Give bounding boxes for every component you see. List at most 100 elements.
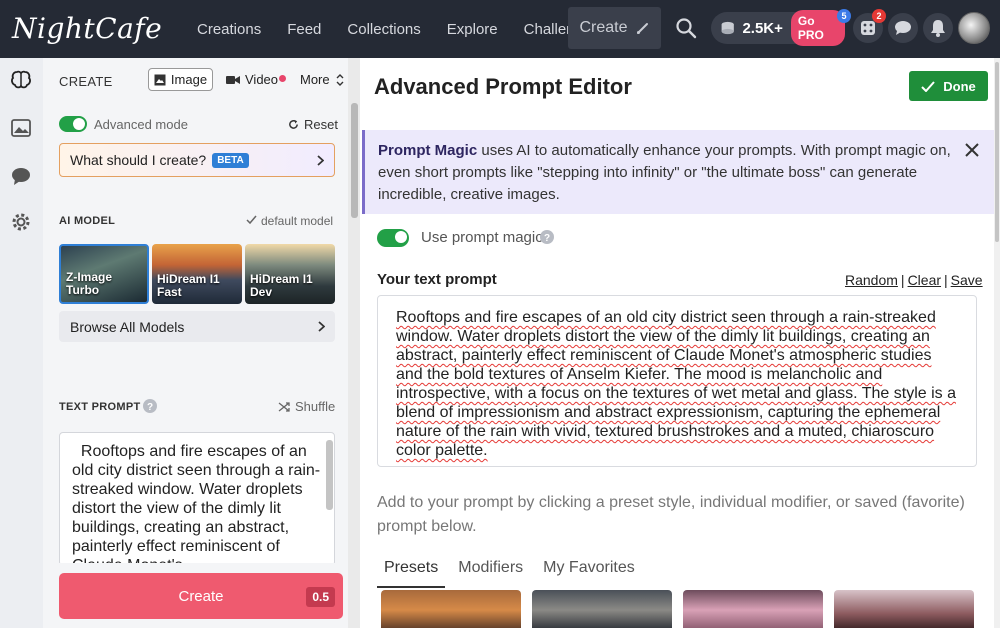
panel-scrollbar-thumb[interactable]: [351, 103, 358, 218]
chevron-right-icon: [317, 154, 324, 166]
refresh-icon: [289, 119, 298, 129]
model-card-z-image-turbo[interactable]: Z-Image Turbo: [59, 244, 149, 304]
help-icon[interactable]: ?: [540, 230, 554, 244]
ai-model-label: AI MODEL: [59, 215, 116, 227]
beta-badge: BETA: [212, 152, 249, 168]
editor-prompt-text: Rooftops and fire escapes of an old city…: [396, 309, 956, 459]
prompt-magic-title: Prompt Magic: [378, 142, 478, 159]
nav-collections[interactable]: Collections: [347, 21, 420, 38]
user-avatar[interactable]: [958, 12, 990, 44]
preset-thumbnail[interactable]: [381, 590, 521, 628]
nav-create-label: Create: [579, 19, 628, 36]
text-prompt-label: TEXT PROMPT: [59, 401, 141, 413]
preset-thumbnail[interactable]: [683, 590, 823, 628]
more-dropdown[interactable]: More: [300, 72, 344, 87]
comment-icon[interactable]: [9, 164, 33, 188]
advanced-mode-label: Advanced mode: [94, 117, 188, 132]
save-link[interactable]: Save: [951, 272, 983, 288]
browse-models-label: Browse All Models: [70, 318, 185, 335]
model-name: Z-Image Turbo: [66, 270, 113, 297]
left-rail: [0, 58, 43, 628]
browse-all-models-button[interactable]: Browse All Models: [59, 311, 335, 342]
chat-button[interactable]: [888, 13, 918, 43]
credits-amount: 2.5K+: [742, 19, 783, 37]
tab-my-favorites[interactable]: My Favorites: [536, 556, 642, 588]
prompt-actions: Random | Clear | Save: [845, 272, 983, 288]
shuffle-button[interactable]: Shuffle: [278, 399, 335, 414]
main-scrollbar-thumb[interactable]: [995, 62, 999, 242]
advanced-mode-toggle[interactable]: [59, 116, 87, 132]
check-icon: [921, 80, 935, 92]
credits-pill[interactable]: 2.5K+ Go PRO: [711, 10, 845, 46]
model-card-hidream-fast[interactable]: HiDream I1 Fast: [152, 244, 242, 304]
preset-thumbnail[interactable]: [532, 590, 672, 628]
model-name: HiDream I1 Fast: [157, 272, 220, 299]
model-card-hidream-dev[interactable]: HiDream I1 Dev: [245, 244, 335, 304]
create-cost-badge: 0.5: [306, 587, 335, 607]
what-should-i-create-button[interactable]: What should I create? BETA: [59, 143, 335, 177]
svg-text:?: ?: [147, 402, 153, 413]
editor-prompt-textarea[interactable]: Rooftops and fire escapes of an old city…: [377, 295, 977, 467]
reset-button[interactable]: Reset: [288, 117, 338, 132]
tab-image-label: Image: [170, 72, 208, 87]
prompt-scrollbar[interactable]: [326, 440, 333, 510]
your-text-prompt-label: Your text prompt: [377, 271, 497, 288]
what-create-label: What should I create?: [70, 152, 207, 168]
brush-icon: [636, 23, 648, 34]
add-prompt-hint: Add to your prompt by clicking a preset …: [377, 494, 965, 535]
done-button[interactable]: Done: [909, 71, 988, 101]
reset-label: Reset: [304, 117, 338, 132]
editor-title: Advanced Prompt Editor: [374, 74, 632, 99]
create-button-label: Create: [178, 587, 224, 605]
gallery-icon[interactable]: [9, 116, 33, 140]
svg-text:?: ?: [544, 233, 550, 244]
nightcafe-logo[interactable]: NightCafe: [12, 12, 162, 45]
help-icon[interactable]: ?: [143, 399, 157, 413]
use-prompt-magic-toggle[interactable]: [377, 229, 409, 247]
brain-icon[interactable]: [9, 68, 33, 92]
dice-icon: [861, 21, 875, 35]
settings-gear-icon[interactable]: [9, 210, 33, 234]
bell-icon: [931, 20, 945, 37]
chevron-right-icon: [318, 321, 325, 332]
tab-video[interactable]: Video: [226, 72, 287, 87]
nav-creations[interactable]: Creations: [197, 21, 261, 38]
tab-image[interactable]: Image: [148, 68, 213, 91]
more-label: More: [300, 72, 330, 87]
close-icon[interactable]: [962, 140, 982, 160]
shuffle-icon: [278, 401, 290, 412]
shuffle-label: Shuffle: [295, 399, 336, 414]
separator: |: [944, 272, 948, 288]
notifications-button[interactable]: [923, 13, 953, 43]
tab-presets[interactable]: Presets: [377, 556, 446, 588]
pro-badge: 5: [837, 9, 851, 23]
nav-explore[interactable]: Explore: [447, 21, 498, 38]
default-model-indicator: default model: [246, 214, 333, 228]
check-icon: [246, 215, 257, 225]
create-label: CREATE: [59, 74, 113, 89]
main-nav: Creations Feed Collections Explore Chall…: [184, 0, 612, 58]
clear-link[interactable]: Clear: [908, 272, 941, 288]
done-label: Done: [943, 78, 976, 94]
create-button[interactable]: Create 0.5: [59, 573, 343, 619]
coins-icon: [721, 21, 734, 35]
tab-modifiers[interactable]: Modifiers: [451, 556, 530, 588]
preset-thumbnail[interactable]: [834, 590, 974, 628]
default-model-label: default model: [261, 214, 334, 228]
modifier-tabs: Presets Modifiers My Favorites: [377, 556, 648, 588]
model-name: HiDream I1 Dev: [250, 272, 313, 299]
text-prompt-input[interactable]: Rooftops and fire escapes of an old city…: [59, 432, 335, 566]
top-nav-bar: NightCafe Creations Feed Collections Exp…: [0, 0, 1000, 58]
chevron-updown-icon: [336, 73, 344, 86]
tab-video-label: Video: [245, 72, 279, 87]
random-link[interactable]: Random: [845, 272, 898, 288]
use-prompt-magic-label: Use prompt magic: [421, 229, 543, 246]
nav-create-tab[interactable]: Create: [568, 7, 661, 49]
separator: |: [900, 272, 905, 288]
video-camera-icon: [226, 75, 240, 84]
chat-bubble-icon: [895, 21, 911, 35]
search-icon[interactable]: [674, 16, 698, 40]
dice-badge: 2: [872, 9, 886, 23]
nav-feed[interactable]: Feed: [287, 21, 321, 38]
video-new-dot: [279, 75, 287, 82]
